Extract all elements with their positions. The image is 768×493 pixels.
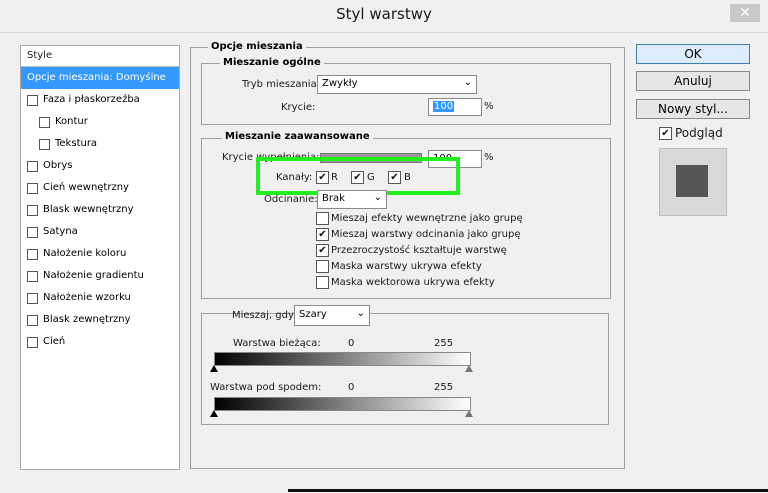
style-item-label: Cień	[43, 336, 66, 347]
chevron-down-icon: ⌄	[356, 308, 365, 319]
style-item[interactable]: Blask zewnętrzny	[21, 309, 179, 331]
style-item[interactable]: Nałożenie gradientu	[21, 265, 179, 287]
fill-opacity-percent: %	[484, 152, 494, 163]
advanced-option-label: Przezroczystość kształtuje warstwę	[331, 245, 507, 256]
advanced-option-checkbox[interactable]	[316, 276, 329, 289]
style-checkbox[interactable]	[27, 249, 38, 260]
style-item-label: Satyna	[43, 226, 78, 237]
style-item-label: Tekstura	[55, 138, 98, 149]
advanced-option-label: Maska warstwy ukrywa efekty	[331, 261, 482, 272]
style-checkbox[interactable]	[27, 293, 38, 304]
underlying-layer-max: 255	[434, 382, 454, 393]
style-item[interactable]: Blask wewnętrzny	[21, 199, 179, 221]
advanced-option-checkbox[interactable]	[316, 212, 329, 225]
underlying-layer-gradient	[214, 397, 471, 411]
style-checkbox[interactable]	[27, 95, 38, 106]
blend-mode-label: Tryb mieszania:	[242, 79, 321, 90]
advanced-option-checkbox[interactable]: ✔	[316, 244, 329, 257]
style-checkbox[interactable]	[27, 271, 38, 282]
title-bar: Styl warstwy ✕	[0, 0, 768, 32]
advanced-option-label: Mieszaj warstwy odcinania jako grupę	[331, 229, 521, 240]
style-checkbox[interactable]	[27, 227, 38, 238]
style-checkbox[interactable]	[39, 139, 50, 150]
blend-mode-value: Zwykły	[322, 78, 358, 89]
this-layer-max: 255	[434, 338, 454, 349]
style-item[interactable]: Obrys	[21, 155, 179, 177]
opacity-label: Krycie:	[281, 102, 316, 113]
blending-options-title: Opcje mieszania	[208, 41, 306, 52]
opacity-percent: %	[484, 101, 494, 112]
style-item[interactable]: Cień	[21, 331, 179, 353]
blend-if-value: Szary	[299, 309, 327, 320]
styles-list-header: Style	[21, 46, 179, 67]
advanced-option-checkbox[interactable]	[316, 260, 329, 273]
style-checkbox[interactable]	[27, 337, 38, 348]
underlying-layer-label: Warstwa pod spodem:	[210, 382, 322, 393]
style-item[interactable]: Faza i płaskorzeźba	[21, 89, 179, 111]
chevron-down-icon: ⌄	[463, 77, 472, 88]
preview-swatch	[659, 148, 727, 216]
style-item-label: Opcje mieszania: Domyślne	[27, 72, 166, 83]
underlying-layer-min: 0	[348, 382, 355, 393]
style-checkbox[interactable]	[27, 315, 38, 326]
style-item[interactable]: Opcje mieszania: Domyślne	[21, 67, 179, 89]
this-layer-white-slider[interactable]	[465, 365, 473, 372]
blend-mode-select[interactable]: Zwykły ⌄	[317, 75, 477, 94]
advanced-option-label: Mieszaj efekty wewnętrzne jako grupę	[331, 213, 523, 224]
new-style-button[interactable]: Nowy styl...	[636, 99, 750, 119]
advanced-blending-title: Mieszanie zaawansowane	[222, 131, 373, 142]
underlying-layer-white-slider[interactable]	[465, 410, 473, 417]
style-checkbox[interactable]	[27, 205, 38, 216]
style-item-label: Kontur	[55, 116, 88, 127]
general-blending-panel	[201, 63, 611, 125]
style-item[interactable]: Nałożenie koloru	[21, 243, 179, 265]
style-item[interactable]: Nałożenie wzorku	[21, 287, 179, 309]
style-checkbox[interactable]	[27, 183, 38, 194]
style-item-label: Cień wewnętrzny	[43, 182, 129, 193]
preview-square	[676, 165, 708, 197]
advanced-option-label: Maska wektorowa ukrywa efekty	[331, 277, 495, 288]
style-item[interactable]: Kontur	[21, 111, 179, 133]
this-layer-label: Warstwa bieżąca:	[233, 338, 321, 349]
style-item-label: Obrys	[43, 160, 73, 171]
style-item[interactable]: Satyna	[21, 221, 179, 243]
underlying-layer-black-slider[interactable]	[210, 410, 218, 417]
close-button[interactable]: ✕	[730, 4, 760, 22]
style-item-label: Nałożenie gradientu	[43, 270, 144, 281]
window-title: Styl warstwy	[336, 5, 432, 23]
style-checkbox[interactable]	[39, 117, 50, 128]
style-item-label: Blask zewnętrzny	[43, 314, 131, 325]
style-checkbox[interactable]	[27, 161, 38, 172]
general-blending-title: Mieszanie ogólne	[220, 57, 324, 68]
this-layer-min: 0	[348, 338, 355, 349]
ok-button[interactable]: OK	[636, 44, 750, 64]
blend-if-select[interactable]: Szary ⌄	[294, 305, 370, 326]
style-item[interactable]: Cień wewnętrzny	[21, 177, 179, 199]
knockout-select[interactable]: Brak ⌄	[317, 190, 387, 209]
chevron-down-icon: ⌄	[373, 192, 382, 203]
style-item-label: Nałożenie wzorku	[43, 292, 131, 303]
style-item-label: Nałożenie koloru	[43, 248, 127, 259]
styles-list-header-label: Style	[27, 50, 53, 61]
knockout-label: Odcinanie:	[264, 194, 318, 205]
preview-label: Podgląd	[675, 126, 723, 140]
knockout-value: Brak	[322, 193, 345, 204]
opacity-input[interactable]: 100	[428, 98, 482, 116]
style-item-label: Blask wewnętrzny	[43, 204, 134, 215]
styles-list: Style Opcje mieszania: Domyślne Faza i pł…	[20, 45, 180, 470]
this-layer-black-slider[interactable]	[210, 365, 218, 372]
blend-if-label: Mieszaj, gdy:	[232, 310, 297, 321]
advanced-option-checkbox[interactable]: ✔	[316, 228, 329, 241]
opacity-value: 100	[433, 101, 455, 112]
style-item[interactable]: Tekstura	[21, 133, 179, 155]
cancel-button[interactable]: Anuluj	[636, 71, 750, 91]
this-layer-gradient	[214, 352, 471, 366]
style-item-label: Faza i płaskorzeźba	[43, 94, 140, 105]
preview-checkbox[interactable]: ✔	[659, 127, 672, 140]
